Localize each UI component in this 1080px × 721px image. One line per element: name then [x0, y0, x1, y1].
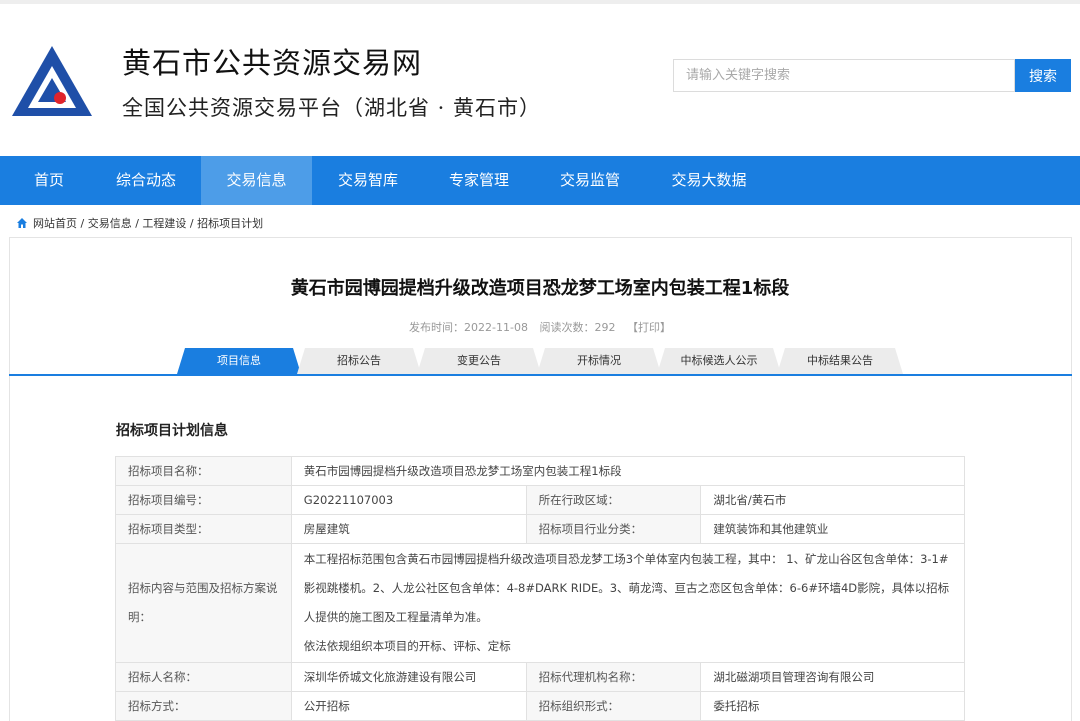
print-link[interactable]: 【打印】	[627, 321, 671, 334]
tab-result-notice[interactable]: 中标结果公告	[777, 348, 903, 374]
row-label: 招标项目行业分类：	[525, 514, 702, 544]
nav-item-big-data[interactable]: 交易大数据	[656, 156, 762, 205]
nav-item-think-tank[interactable]: 交易智库	[318, 156, 418, 205]
row-value: 湖北磁湖项目管理咨询有限公司	[700, 662, 965, 692]
table-row: 招标项目编号： G20221107003 所在行政区域： 湖北省/黄石市	[115, 485, 965, 515]
row-label: 招标人名称：	[115, 662, 292, 692]
tab-label: 变更公告	[457, 354, 501, 367]
info-table: 招标项目名称： 黄石市园博园提档升级改造项目恐龙梦工场室内包装工程1标段 招标项…	[115, 456, 966, 721]
tab-label: 招标公告	[337, 354, 381, 367]
home-icon	[17, 218, 27, 228]
tabs-underline	[9, 374, 1072, 376]
row-value: 建筑装饰和其他建筑业	[700, 514, 965, 544]
nav-item-experts[interactable]: 专家管理	[429, 156, 529, 205]
scope-text: 本工程招标范围包含黄石市园博园提档升级改造项目恐龙梦工场3个单体室内包装工程，其…	[303, 552, 950, 624]
row-value: 本工程招标范围包含黄石市园博园提档升级改造项目恐龙梦工场3个单体室内包装工程，其…	[290, 543, 966, 663]
row-label: 所在行政区域：	[525, 485, 702, 515]
section-title: 招标项目计划信息	[116, 423, 228, 439]
row-value: 房屋建筑	[290, 514, 527, 544]
row-value: 黄石市园博园提档升级改造项目恐龙梦工场室内包装工程1标段	[290, 456, 966, 486]
publish-time: 发布时间：2022-11-08	[409, 321, 528, 334]
tab-label: 项目信息	[217, 354, 261, 367]
nav-item-trade-info[interactable]: 交易信息	[201, 156, 312, 205]
site-logo-icon	[12, 46, 92, 116]
search-button[interactable]: 搜索	[1015, 59, 1071, 92]
row-value: 委托招标	[700, 691, 965, 721]
row-label: 招标组织形式：	[525, 691, 702, 721]
nav-item-home[interactable]: 首页	[14, 156, 84, 205]
table-row: 招标项目名称： 黄石市园博园提档升级改造项目恐龙梦工场室内包装工程1标段	[115, 456, 966, 486]
site-title: 黄石市公共资源交易网	[122, 46, 423, 80]
tab-label: 中标候选人公示	[680, 354, 758, 367]
nav-item-news[interactable]: 综合动态	[96, 156, 196, 205]
article-title: 黄石市园博园提档升级改造项目恐龙梦工场室内包装工程1标段	[290, 278, 790, 299]
site-subtitle: 全国公共资源交易平台（湖北省 · 黄石市）	[122, 96, 542, 120]
row-value: 深圳华侨城文化旅游建设有限公司	[290, 662, 527, 692]
tab-tender-notice[interactable]: 招标公告	[297, 348, 421, 374]
row-value: G20221107003	[290, 485, 527, 515]
main-nav: 首页 综合动态 交易信息 交易智库 专家管理 交易监管 交易大数据	[0, 156, 1080, 205]
row-label: 招标项目编号：	[115, 485, 292, 515]
search-input[interactable]	[673, 59, 1015, 92]
tab-label: 开标情况	[577, 354, 621, 367]
tab-project-info[interactable]: 项目信息	[177, 348, 301, 374]
row-label: 招标方式：	[115, 691, 292, 721]
tab-label: 中标结果公告	[807, 354, 873, 367]
row-label: 招标内容与范围及招标方案说明：	[115, 543, 292, 663]
breadcrumb: 网站首页 / 交易信息 / 工程建设 / 招标项目计划	[16, 215, 263, 231]
table-row: 招标内容与范围及招标方案说明： 本工程招标范围包含黄石市园博园提档升级改造项目恐…	[115, 543, 966, 663]
row-label: 招标项目类型：	[115, 514, 292, 544]
article-meta: 发布时间：2022-11-08 阅读次数：292 【打印】	[0, 319, 1080, 335]
row-label: 招标代理机构名称：	[525, 662, 702, 692]
table-row: 招标项目类型： 房屋建筑 招标项目行业分类： 建筑装饰和其他建筑业	[115, 514, 965, 544]
top-strip	[0, 0, 1080, 4]
tab-change-notice[interactable]: 变更公告	[417, 348, 541, 374]
table-row: 招标方式： 公开招标 招标组织形式： 委托招标	[115, 691, 965, 721]
view-count: 阅读次数：292	[539, 321, 616, 334]
table-row: 招标人名称： 深圳华侨城文化旅游建设有限公司 招标代理机构名称： 湖北磁湖项目管…	[115, 662, 965, 692]
breadcrumb-text[interactable]: 网站首页 / 交易信息 / 工程建设 / 招标项目计划	[33, 215, 263, 231]
nav-item-supervision[interactable]: 交易监管	[540, 156, 640, 205]
tab-candidate-notice[interactable]: 中标候选人公示	[657, 348, 781, 374]
row-value: 公开招标	[290, 691, 527, 721]
tab-bid-opening[interactable]: 开标情况	[537, 348, 661, 374]
row-value: 湖北省/黄石市	[700, 485, 965, 515]
row-label: 招标项目名称：	[115, 456, 292, 486]
scope-text-2: 依法依规组织本项目的开标、评标、定标	[303, 639, 511, 653]
